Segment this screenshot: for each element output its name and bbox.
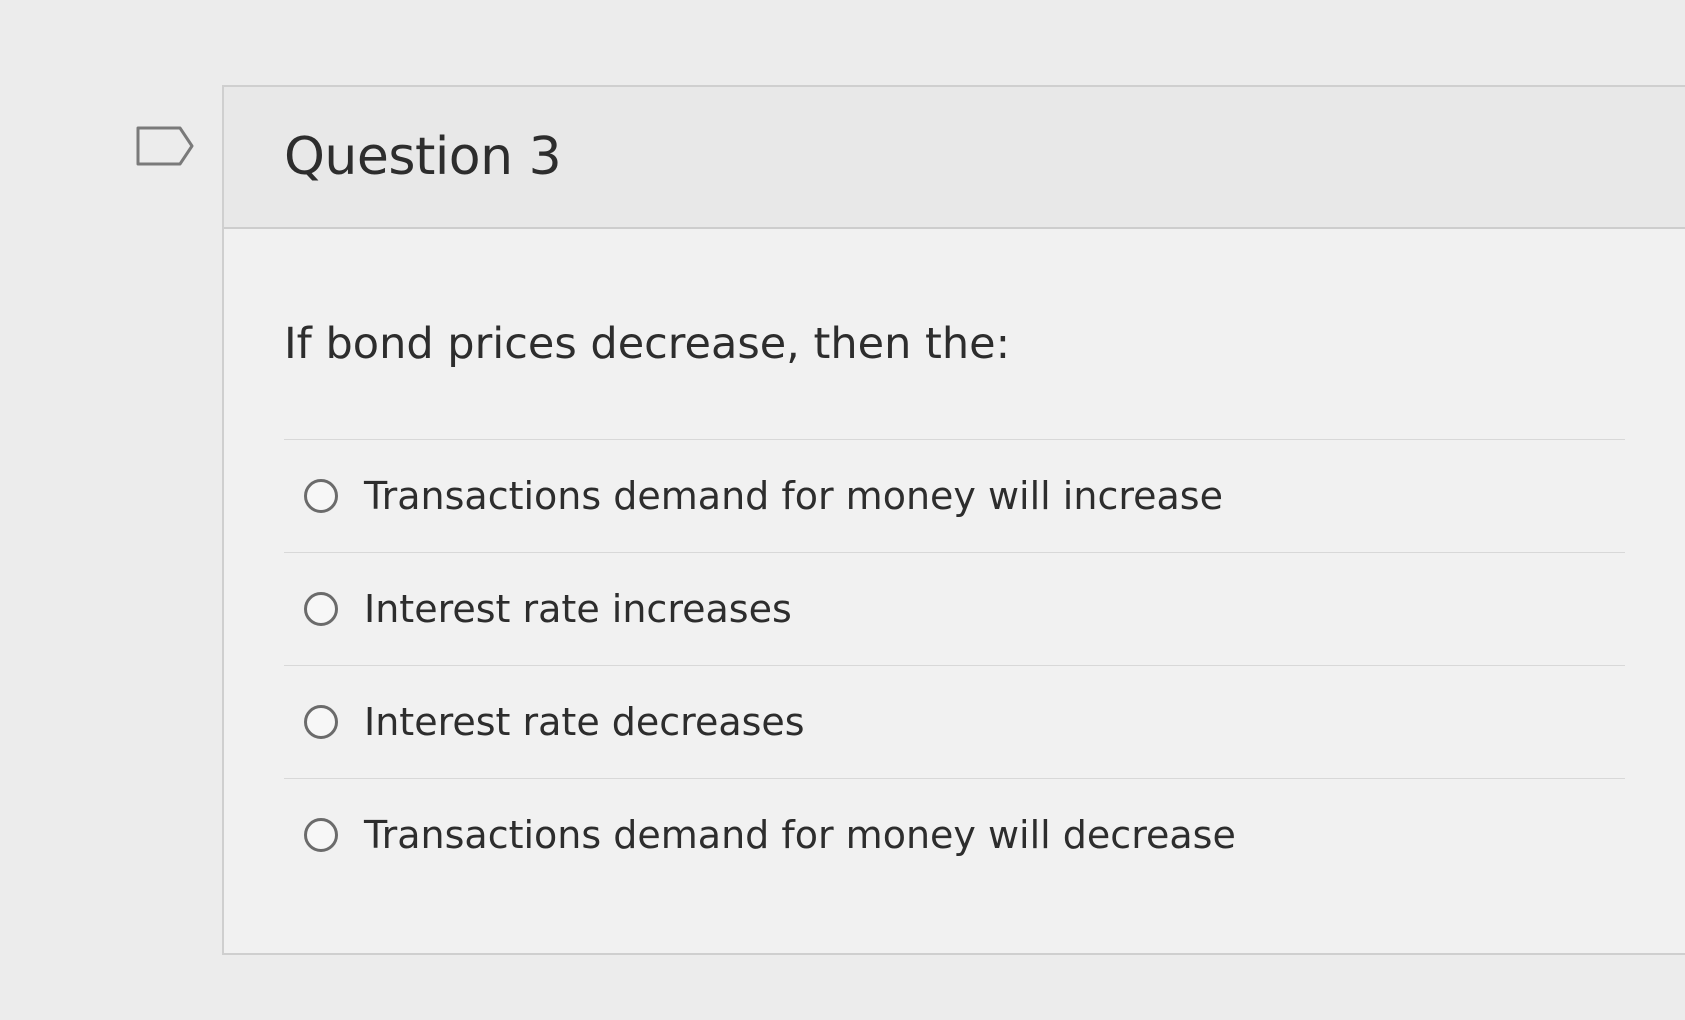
question-header: Question 3 — [224, 87, 1685, 229]
question-prompt: If bond prices decrease, then the: — [284, 319, 1011, 369]
answer-option-4[interactable]: Transactions demand for money will decre… — [284, 779, 1625, 891]
answer-label: Transactions demand for money will incre… — [364, 474, 1223, 518]
answer-label: Interest rate decreases — [364, 700, 805, 744]
answer-option-2[interactable]: Interest rate increases — [284, 553, 1625, 666]
radio-button[interactable] — [304, 479, 338, 513]
answer-label: Interest rate increases — [364, 587, 792, 631]
answer-option-3[interactable]: Interest rate decreases — [284, 666, 1625, 779]
answer-label: Transactions demand for money will decre… — [364, 813, 1236, 857]
question-title: Question 3 — [284, 127, 562, 187]
answer-option-1[interactable]: Transactions demand for money will incre… — [284, 440, 1625, 553]
question-body: If bond prices decrease, then the: Trans… — [224, 229, 1685, 891]
question-card: Question 3 If bond prices decrease, then… — [222, 85, 1685, 955]
radio-button[interactable] — [304, 705, 338, 739]
flag-question-button[interactable] — [134, 124, 198, 168]
radio-button[interactable] — [304, 592, 338, 626]
answer-list: Transactions demand for money will incre… — [284, 439, 1625, 891]
radio-button[interactable] — [304, 818, 338, 852]
flag-icon — [136, 126, 194, 166]
